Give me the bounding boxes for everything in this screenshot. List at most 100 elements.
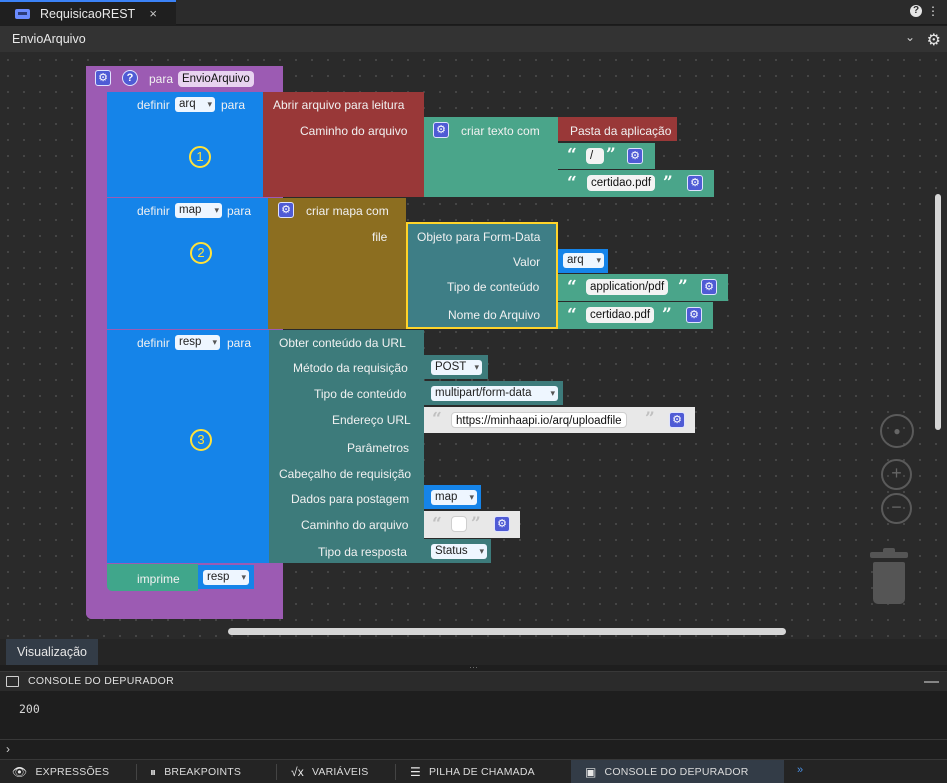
create-text-label: criar texto com (461, 124, 540, 138)
function-para-label: para (149, 72, 174, 86)
function-gear-icon[interactable]: ⚙ (95, 70, 111, 86)
more-tabs-icon[interactable]: » (797, 764, 803, 776)
formdata-object-label: Objeto para Form-Data (417, 230, 541, 244)
caminho-arquivo-label: Caminho do arquivo (300, 124, 408, 138)
get-arq-dropdown[interactable]: arq (563, 253, 604, 268)
slash-text-field[interactable]: / (586, 148, 604, 164)
tipo-resposta-label: Tipo da resposta (318, 545, 407, 559)
minimize-icon[interactable]: — (924, 673, 939, 690)
vertical-scrollbar[interactable] (935, 194, 941, 430)
open-quote-icon: “ (567, 305, 577, 325)
console-input[interactable]: › (0, 739, 947, 759)
close-icon[interactable]: × (149, 6, 157, 21)
help-icon[interactable]: ? (910, 5, 922, 17)
tab-console-depurador[interactable]: ▣ CONSOLE DO DEPURADOR (571, 760, 784, 783)
tab-requisicaorest[interactable]: RequisicaoREST × (0, 0, 176, 25)
tab-expressoes[interactable]: 👁 EXPRESSÕES (12, 760, 109, 783)
get-resp-dropdown[interactable]: resp (203, 570, 249, 585)
prompt-chevron-icon: › (6, 742, 10, 756)
gear-icon[interactable]: ⚙ (927, 30, 941, 50)
function-help-icon[interactable]: ? (122, 70, 138, 86)
tab-label: VARIÁVEIS (312, 766, 369, 778)
zoom-in-icon[interactable]: + (881, 459, 912, 490)
valor-label: Valor (513, 255, 541, 269)
create-map-gear-icon[interactable]: ⚙ (278, 202, 294, 218)
mime-text-field[interactable]: application/pdf (586, 279, 669, 295)
imprime-label: imprime (137, 572, 180, 586)
file-key-label: file (372, 230, 388, 244)
var-map-dropdown[interactable]: map (175, 203, 222, 218)
tab-variaveis[interactable]: √x VARIÁVEIS (291, 760, 368, 783)
editor-title-bar: EnvioArquivo ⌄ ⚙ (0, 26, 947, 52)
definir-label: definir (137, 204, 170, 218)
close-quote-icon: ” (606, 145, 616, 165)
metodo-label: Método da requisição (293, 361, 408, 375)
tab-pilha-chamada[interactable]: ☰ PILHA DE CHAMADA (410, 760, 535, 783)
zoom-out-icon[interactable]: − (881, 493, 912, 524)
nome-text-field[interactable]: certidao.pdf (586, 307, 655, 323)
definir-label: definir (137, 98, 170, 112)
tipo-conteudo-label: Tipo de conteúdo (314, 387, 407, 401)
chevron-down-icon[interactable]: ⌄ (905, 30, 915, 44)
create-text-gear-icon[interactable]: ⚙ (433, 122, 449, 138)
cabecalho-label: Cabeçalho de requisição (279, 467, 412, 481)
response-type-dropdown[interactable]: Status (431, 544, 487, 559)
open-file-label: Abrir arquivo para leitura (273, 98, 405, 112)
function-name-field[interactable]: EnvioArquivo (178, 71, 254, 87)
definir-label: definir (137, 336, 170, 350)
close-quote-icon: ” (678, 277, 688, 297)
close-quote-icon: ” (663, 173, 673, 193)
para-label: para (227, 204, 252, 218)
console-title: CONSOLE DO DEPURADOR (28, 675, 175, 687)
get-url-label: Obter conteúdo da URL (279, 336, 406, 350)
close-quote-icon: ” (662, 305, 672, 325)
tab-label: CONSOLE DO DEPURADOR (604, 766, 749, 778)
console-header: CONSOLE DO DEPURADOR — (0, 671, 947, 691)
open-quote-icon: “ (432, 409, 442, 429)
app-folder-label: Pasta da aplicação (570, 124, 672, 138)
url-gear-icon[interactable]: ⚙ (669, 412, 685, 428)
blockly-workspace[interactable]: ⚙ ? para EnvioArquivo definir arq para 1… (0, 52, 947, 639)
method-dropdown[interactable]: POST (431, 360, 482, 375)
parametros-label: Parâmetros (347, 441, 410, 455)
url-text-field[interactable]: https://minhaapi.io/arq/uploadfile (451, 412, 627, 428)
terminal-icon: ▣ (585, 765, 597, 779)
tab-bar: RequisicaoREST × ? ⋮ (0, 0, 947, 25)
tab-visualizacao[interactable]: Visualização (6, 639, 98, 665)
slash-gear-icon[interactable]: ⚙ (627, 148, 643, 164)
empty-text-gear-icon[interactable]: ⚙ (494, 516, 510, 532)
console-output-line: 200 (19, 702, 40, 716)
para-label: para (221, 98, 246, 112)
open-quote-icon: “ (567, 145, 577, 165)
content-type-dropdown[interactable]: multipart/form-data (431, 386, 558, 401)
certidao-text-field[interactable]: certidao.pdf (587, 175, 656, 191)
set-resp-block[interactable] (107, 330, 269, 563)
create-map-label: criar mapa com (306, 204, 389, 218)
step-2-marker: 2 (190, 242, 212, 264)
caminho-arquivo-label: Caminho do arquivo (301, 518, 409, 532)
empty-text-field[interactable] (451, 516, 467, 532)
tipo-conteudo-label: Tipo de conteúdo (447, 280, 540, 294)
blocks-file-icon (15, 8, 30, 19)
center-icon[interactable]: ● (880, 414, 914, 448)
nome-gear-icon[interactable]: ⚙ (686, 307, 702, 323)
nome-arquivo-label: Nome do Arquivo (448, 308, 541, 322)
trash-icon[interactable] (870, 548, 908, 606)
terminal-icon (6, 676, 19, 687)
eye-icon: 👁 (12, 765, 28, 779)
horizontal-scrollbar[interactable] (228, 628, 786, 635)
open-quote-icon: “ (567, 277, 577, 297)
get-map-dropdown[interactable]: map (431, 490, 477, 505)
var-resp-dropdown[interactable]: resp (175, 335, 220, 350)
more-options-icon[interactable]: ⋮ (927, 5, 939, 17)
step-1-marker: 1 (189, 146, 211, 168)
mime-gear-icon[interactable]: ⚙ (701, 279, 717, 295)
close-quote-icon: ” (471, 514, 481, 534)
debug-bottom-bar: 👁 EXPRESSÕES ⏸ BREAKPOINTS √x VARIÁVEIS … (0, 759, 947, 783)
tab-label: BREAKPOINTS (164, 766, 242, 778)
tab-breakpoints[interactable]: ⏸ BREAKPOINTS (150, 760, 241, 783)
para-label: para (227, 336, 252, 350)
certidao-gear-icon[interactable]: ⚙ (687, 175, 703, 191)
tab-label: RequisicaoREST (40, 6, 136, 21)
var-arq-dropdown[interactable]: arq (175, 97, 215, 112)
